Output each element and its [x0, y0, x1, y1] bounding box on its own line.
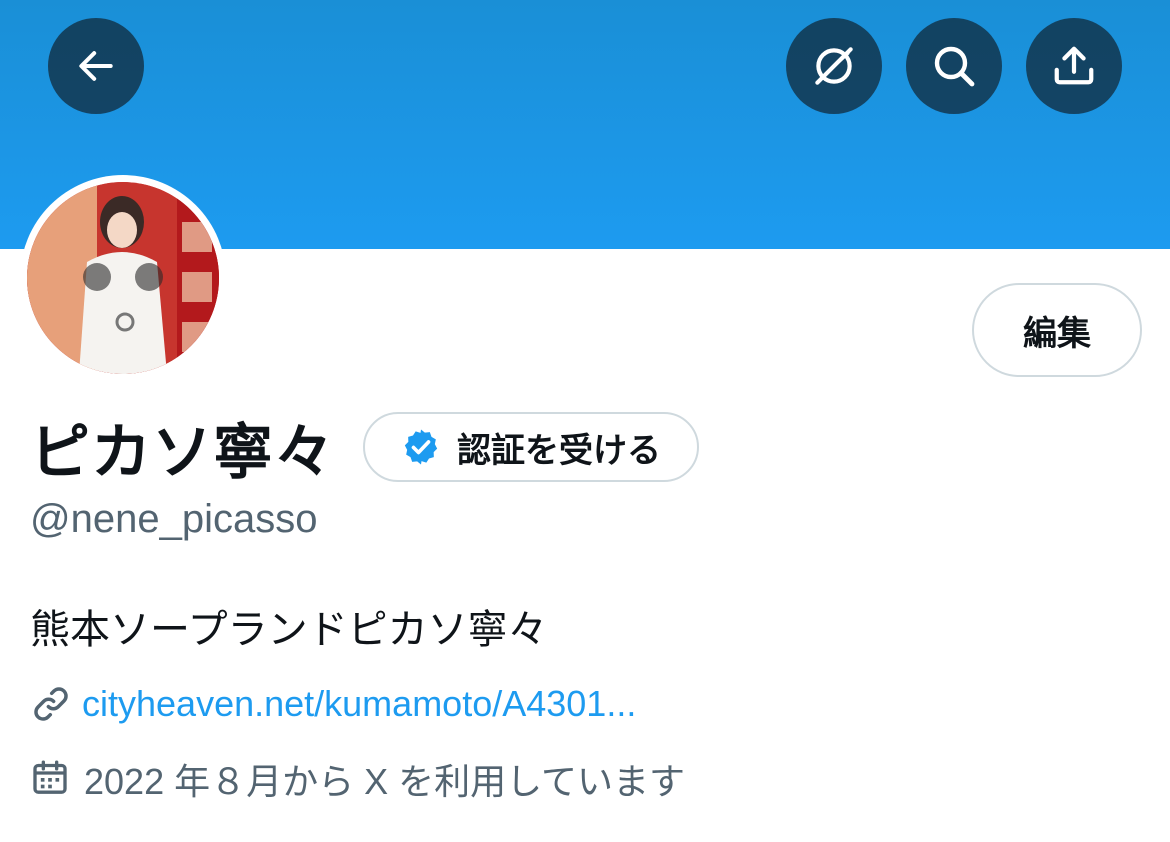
get-verified-label: 認証を受ける	[457, 431, 661, 470]
calendar-icon	[30, 758, 72, 800]
profile-website: cityheaven.net/kumamoto/A4301...	[30, 679, 636, 729]
profile-bio: 熊本ソープランドピカソ寧々	[30, 608, 548, 652]
share-button[interactable]	[1026, 18, 1122, 114]
verified-badge-icon	[401, 427, 441, 467]
user-handle: @nene_picasso	[30, 497, 318, 541]
edit-profile-button[interactable]: 編集	[972, 283, 1142, 377]
get-verified-button[interactable]: 認証を受ける	[363, 412, 699, 482]
arrow-left-icon	[79, 51, 113, 81]
avatar-image	[27, 182, 219, 374]
avatar[interactable]	[20, 175, 226, 381]
join-date: 2022 年８月から X を利用しています	[30, 754, 685, 804]
compass-icon	[815, 47, 853, 85]
link-icon	[30, 683, 72, 725]
name-row: ピカソ寧々 認証を受ける	[30, 410, 699, 486]
website-link[interactable]: cityheaven.net/kumamoto/A4301...	[82, 683, 636, 725]
back-button[interactable]	[48, 18, 144, 114]
profile-page: 編集 ピカソ寧々 認証を受ける @nene_picasso 熊本ソープランドピカ…	[0, 0, 1170, 842]
share-upload-icon	[1054, 46, 1094, 85]
search-button[interactable]	[906, 18, 1002, 114]
join-date-text: 2022 年８月から X を利用しています	[84, 761, 686, 802]
explore-button[interactable]	[786, 18, 882, 114]
display-name: ピカソ寧々	[30, 418, 335, 486]
search-icon	[934, 46, 975, 87]
